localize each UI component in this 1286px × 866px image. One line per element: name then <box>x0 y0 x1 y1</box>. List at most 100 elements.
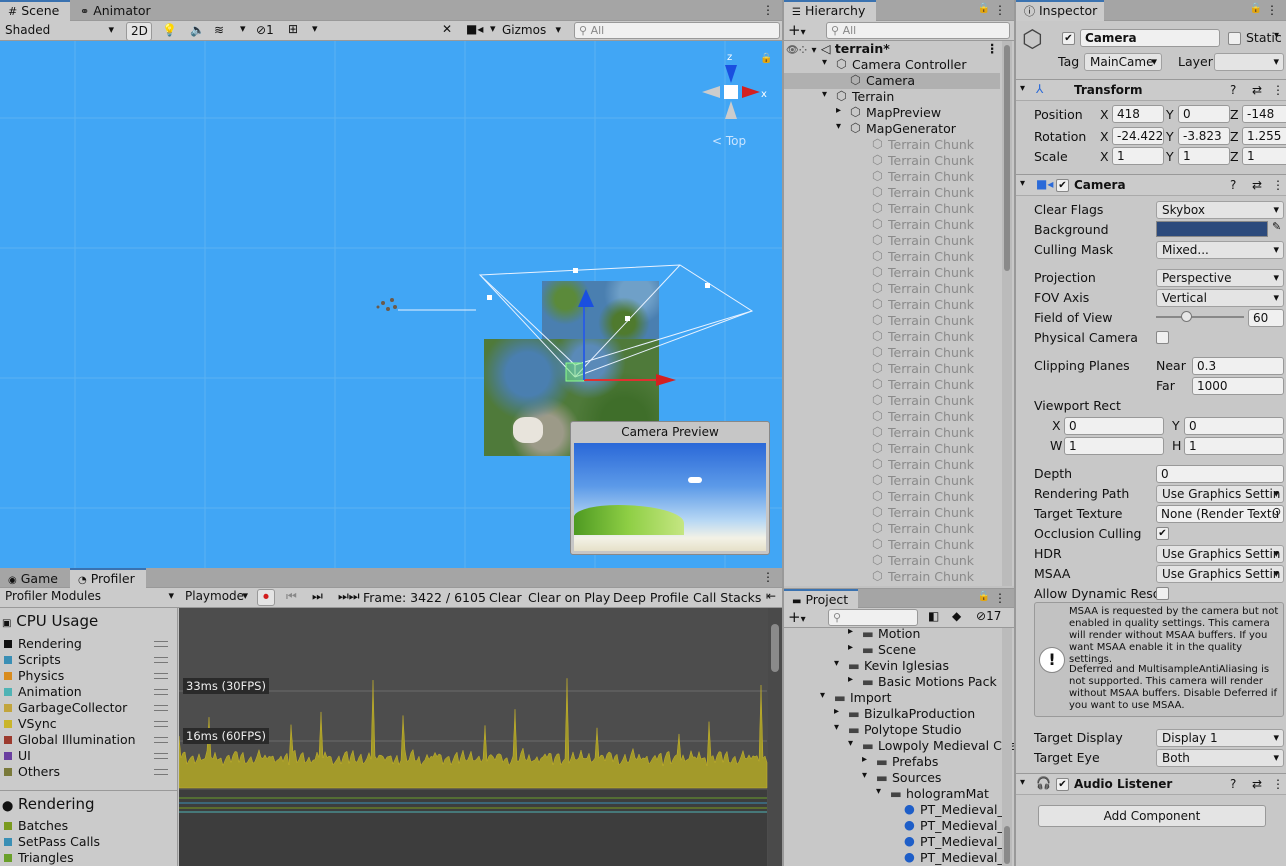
tab-animator[interactable]: ⚭ Animator <box>72 0 159 21</box>
scene-more-icon[interactable]: ⋮ <box>986 41 999 56</box>
hierarchy-item-terrain-chunk[interactable]: ⬡ Terrain Chunk <box>784 280 1000 297</box>
deep-profile-button[interactable]: Deep Profile <box>613 590 689 605</box>
rendering-category-item[interactable]: Triangles <box>4 850 174 866</box>
profiler-more-icon[interactable]: ⋮ <box>762 570 774 584</box>
drag-handle-icon[interactable] <box>154 721 168 727</box>
camera-dropdown-icon[interactable]: ▾ <box>490 22 496 35</box>
expand-arrow-icon[interactable]: ▾ <box>834 658 839 669</box>
hierarchy-item-terrain-chunk[interactable]: ⬡ Terrain Chunk <box>784 168 1000 185</box>
graph-scrollbar[interactable] <box>768 608 782 866</box>
drag-handle-icon[interactable] <box>154 641 168 647</box>
hierarchy-item-terrain-chunk[interactable]: ⬡ Terrain Chunk <box>784 344 1000 361</box>
hierarchy-item-terrain-chunk[interactable]: ⬡ Terrain Chunk <box>784 376 1000 393</box>
hierarchy-item-terrain-chunk[interactable]: ⬡ Terrain Chunk <box>784 504 1000 521</box>
position-x-input[interactable]: 418 <box>1112 105 1164 123</box>
center-cube-icon[interactable] <box>724 85 738 99</box>
hierarchy-item-terrain-chunk[interactable]: ⬡ Terrain Chunk <box>784 440 1000 457</box>
project-lock-icon[interactable]: 🔒 <box>978 591 990 602</box>
hierarchy-item-terrain-chunk[interactable]: ⬡ Terrain Chunk <box>784 360 1000 377</box>
project-item[interactable]: ● PT_Medieval_n <box>784 849 1012 866</box>
position-y-label[interactable]: Y <box>1166 107 1174 122</box>
playmode-dropdown[interactable]: Playmode <box>180 588 252 606</box>
expand-arrow-icon[interactable]: ▾ <box>848 738 853 749</box>
projection-dropdown[interactable]: Perspective <box>1156 269 1284 287</box>
project-item[interactable]: ▾ ▬ Import <box>784 690 1000 706</box>
audio-fold-icon[interactable]: ▾ <box>1020 777 1025 788</box>
project-item[interactable]: ▾ ▬ Lowpoly Medieval Cha <box>784 738 1014 754</box>
project-item[interactable]: ● PT_Medieval_E <box>784 801 1012 818</box>
audio-enabled-checkbox[interactable]: ✔ <box>1056 778 1069 791</box>
visibility-eye-icon[interactable]: 👁⁘ <box>786 45 807 56</box>
tools-icon[interactable]: ✕ <box>442 22 452 36</box>
project-item[interactable]: ▾ ▬ Polytope Studio <box>784 722 1000 738</box>
audio-icon[interactable]: 🔈 <box>190 23 205 37</box>
filter-type-icon[interactable]: ◧ <box>928 609 939 623</box>
audio-listener-header[interactable]: ▾ 🎧 ✔ Audio Listener ? ⇄ ⋮ <box>1016 773 1286 795</box>
drag-handle-icon[interactable] <box>154 689 168 695</box>
transform-help-icon[interactable]: ? <box>1230 83 1236 97</box>
viewport-y-input[interactable]: 0 <box>1184 417 1284 435</box>
camera-settings-icon[interactable]: ■◂ <box>466 22 483 36</box>
inspector-lock-icon[interactable]: 🔒 <box>1250 3 1262 14</box>
viewport-x-input[interactable]: 0 <box>1064 417 1164 435</box>
fov-input[interactable]: 60 <box>1248 309 1284 327</box>
more-options-icon[interactable]: ⋮ <box>762 3 774 17</box>
profiler-modules-dropdown[interactable]: Profiler Modules <box>0 588 178 606</box>
audio-help-icon[interactable]: ? <box>1230 777 1236 791</box>
hierarchy-item-terrain-chunk[interactable]: ⬡ Terrain Chunk <box>784 328 1000 345</box>
camera-enabled-checkbox[interactable]: ✔ <box>1056 179 1069 192</box>
grid-dropdown-icon[interactable]: ▾ <box>312 22 318 35</box>
hierarchy-item[interactable]: ⬡ Camera <box>784 72 1000 89</box>
lock-icon[interactable]: 🔒 <box>760 53 772 64</box>
tab-scene[interactable]: # Scene <box>0 0 70 21</box>
hierarchy-scrollbar[interactable] <box>1002 41 1012 586</box>
scene-root-item[interactable]: 👁⁘ ▾ ◁ terrain* ⋮ <box>786 41 1000 57</box>
msaa-dropdown[interactable]: Use Graphics Settin <box>1156 565 1284 583</box>
project-more-icon[interactable]: ⋮ <box>994 591 1006 605</box>
clear-flags-dropdown[interactable]: Skybox <box>1156 201 1284 219</box>
grid-snap-icon[interactable]: ⊞ <box>288 22 298 36</box>
position-z-label[interactable]: Z <box>1230 107 1239 122</box>
transform-more-icon[interactable]: ⋮ <box>1272 83 1284 97</box>
x-axis-icon[interactable] <box>742 86 760 98</box>
camera-more-icon[interactable]: ⋮ <box>1272 178 1284 192</box>
expand-arrow-icon[interactable]: ▾ <box>836 121 841 132</box>
rotation-x-label[interactable]: X <box>1100 129 1109 144</box>
tab-inspector[interactable]: ⓘ Inspector <box>1016 0 1104 21</box>
occlusion-culling-checkbox[interactable]: ✔ <box>1156 527 1169 540</box>
add-component-button[interactable]: Add Component <box>1038 805 1266 827</box>
far-input[interactable]: 1000 <box>1192 377 1284 395</box>
hierarchy-item[interactable]: ▸ ⬡ MapPreview <box>784 104 1000 121</box>
2d-toggle[interactable]: 2D <box>126 22 152 41</box>
cpu-usage-header[interactable]: ▣ CPU Usage <box>2 612 98 630</box>
viewport-h-input[interactable]: 1 <box>1184 437 1284 455</box>
drag-handle-icon[interactable] <box>154 657 168 663</box>
filter-label-icon[interactable]: ◆ <box>952 609 961 623</box>
viewport-w-input[interactable]: 1 <box>1064 437 1164 455</box>
hierarchy-item-terrain-chunk[interactable]: ⬡ Terrain Chunk <box>784 312 1000 329</box>
fov-slider-thumb[interactable] <box>1181 311 1192 322</box>
tab-game[interactable]: ◉ Game <box>0 568 66 588</box>
hierarchy-item-terrain-chunk[interactable]: ⬡ Terrain Chunk <box>784 248 1000 265</box>
hierarchy-item-terrain-chunk[interactable]: ⬡ Terrain Chunk <box>784 152 1000 169</box>
z-axis-icon[interactable] <box>725 65 737 83</box>
cpu-category-item[interactable]: GarbageCollector <box>4 700 174 716</box>
cpu-category-item[interactable]: Global Illumination <box>4 732 174 748</box>
project-item[interactable]: ▸ ▬ BizulkaProduction <box>784 706 1000 722</box>
position-y-input[interactable]: 0 <box>1178 105 1230 123</box>
object-picker-icon[interactable]: ⊙ <box>1272 505 1281 518</box>
hierarchy-item-terrain-chunk[interactable]: ⬡ Terrain Chunk <box>784 568 1000 585</box>
hierarchy-item[interactable]: ▾ ⬡ Camera Controller <box>784 56 1000 73</box>
background-color-swatch[interactable] <box>1156 221 1268 237</box>
depth-input[interactable]: 0 <box>1156 465 1284 483</box>
position-z-input[interactable]: -148 <box>1242 105 1286 123</box>
camera-help-icon[interactable]: ? <box>1230 178 1236 192</box>
project-item[interactable]: ▾ ▬ Kevin Iglesias <box>784 658 1000 674</box>
hierarchy-item-terrain-chunk[interactable]: ⬡ Terrain Chunk <box>784 136 1000 153</box>
target-eye-dropdown[interactable]: Both <box>1156 749 1284 767</box>
expand-arrow-icon[interactable]: ▾ <box>820 690 825 701</box>
expand-arrow-icon[interactable]: ▾ <box>876 786 881 797</box>
project-scroll-thumb[interactable] <box>1004 826 1010 864</box>
project-item[interactable]: ▸ ▬ Scene <box>784 642 1000 658</box>
rendering-header[interactable]: ⬤ Rendering <box>2 795 95 813</box>
